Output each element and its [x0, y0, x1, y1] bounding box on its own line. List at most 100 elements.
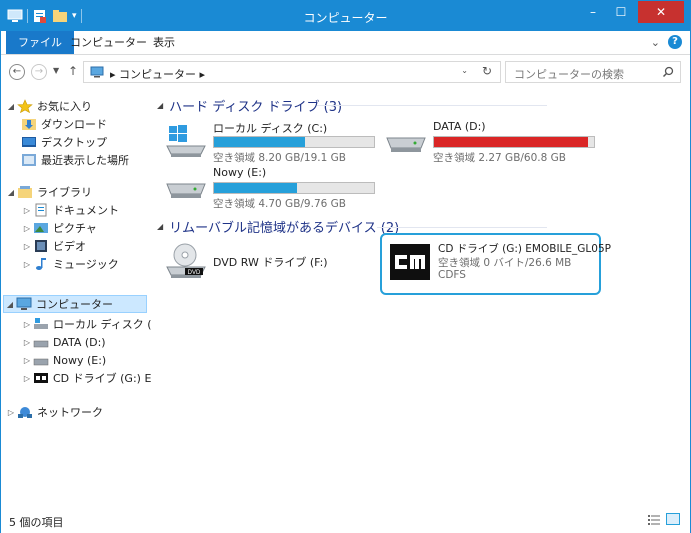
address-dropdown-icon[interactable]: ⌄ — [461, 66, 468, 75]
nav-item-desktop[interactable]: デスクトップ — [21, 133, 107, 151]
nav-item-downloads[interactable]: ダウンロード — [21, 115, 107, 133]
search-input[interactable]: コンピューターの検索 — [514, 66, 624, 82]
nav-item-documents[interactable]: ▷ ドキュメント — [21, 201, 119, 219]
drive-e[interactable]: Nowy (E:) 空き領域 4.70 GB/9.76 GB — [165, 166, 389, 210]
status-bar: 5 個の項目 — [1, 507, 690, 533]
ribbon-tabs: ファイル コンピューター 表示 ⌄ ? — [1, 31, 690, 55]
help-icon[interactable]: ? — [668, 35, 682, 49]
nav-label: ライブラリ — [37, 186, 92, 199]
network-icon — [18, 407, 32, 418]
drive-usage-bar — [433, 136, 595, 148]
collapse-icon[interactable]: ◢ — [5, 188, 17, 197]
expand-icon[interactable]: ▷ — [21, 338, 33, 347]
cd-drive-icon — [34, 373, 48, 383]
nav-label: ネットワーク — [37, 406, 103, 419]
hard-drive-icon — [33, 340, 49, 348]
forward-button[interactable]: → — [31, 64, 47, 80]
expand-icon[interactable]: ▷ — [21, 242, 33, 251]
nav-label: 最近表示した場所 — [41, 154, 129, 167]
nav-label: ミュージック — [53, 258, 119, 271]
drive-c[interactable]: ローカル ディスク (C:) 空き領域 8.20 GB/19.1 GB — [165, 120, 389, 164]
dvd-logo-text: DVD — [188, 270, 201, 276]
collapse-icon[interactable]: ◢ — [4, 300, 16, 309]
breadcrumb-sep-icon: ▸ — [196, 68, 206, 81]
hard-drive-icon — [33, 358, 49, 366]
expand-icon[interactable]: ▷ — [21, 374, 33, 383]
nav-item-videos[interactable]: ▷ ビデオ — [21, 237, 86, 255]
minimize-button[interactable]: – — [578, 1, 608, 23]
group-header-removable[interactable]: ◢ リムーバブル記憶域があるデバイス (2) — [157, 217, 399, 236]
pictures-icon — [34, 223, 48, 233]
tab-view[interactable]: 表示 — [145, 31, 183, 54]
drive-usage-fill — [214, 183, 298, 193]
up-button[interactable]: ↑ — [68, 64, 78, 78]
hard-drive-icon — [386, 137, 426, 152]
nav-favorites[interactable]: ◢ お気に入り — [5, 97, 92, 115]
computer-icon — [90, 66, 104, 78]
group-header-hard-disks[interactable]: ◢ ハード ディスク ドライブ (3) — [157, 96, 342, 115]
drive-dvd-f[interactable]: DVD DVD RW ドライブ (F:) — [165, 241, 375, 287]
drive-cd-g[interactable]: CD ドライブ (G:) EMOBILE_GL05P 空き領域 0 バイト/26… — [380, 233, 611, 295]
expand-icon[interactable]: ▷ — [21, 356, 33, 365]
nav-label: Nowy (E:) — [53, 353, 107, 367]
nav-label: DATA (D:) — [53, 335, 106, 349]
nav-label: デスクトップ — [41, 136, 107, 149]
search-box[interactable]: コンピューターの検索 — [505, 61, 681, 83]
collapse-icon[interactable]: ◢ — [5, 102, 17, 111]
drive-name: DATA (D:) — [433, 120, 486, 133]
nav-libraries[interactable]: ◢ ライブラリ — [5, 183, 92, 201]
nav-label: ビデオ — [53, 240, 86, 253]
nav-computer[interactable]: ◢ コンピューター — [3, 295, 147, 313]
details-view-icon[interactable] — [648, 514, 660, 526]
collapse-icon[interactable]: ◢ — [157, 101, 163, 110]
drive-name: CD ドライブ (G:) EMOBILE_GL05P — [438, 243, 611, 255]
breadcrumb[interactable]: ▸ コンピューター ▸ — [110, 66, 205, 82]
drive-free-space: 空き領域 8.20 GB/19.1 GB — [213, 152, 346, 164]
title-bar: ▾ コンピューター – ☐ ✕ — [1, 1, 690, 31]
drive-filesystem: CDFS — [438, 269, 466, 281]
nav-network[interactable]: ▷ ネットワーク — [5, 403, 103, 421]
desktop-icon — [22, 137, 36, 147]
navigation-bar: ← → ▼ ↑ ▸ コンピューター ▸ ⌄ ↻ コンピューターの検索 — [1, 55, 690, 89]
nav-item-recent-places[interactable]: 最近表示した場所 — [21, 151, 129, 169]
refresh-icon[interactable]: ↻ — [482, 64, 492, 78]
expand-icon[interactable]: ▷ — [21, 320, 33, 329]
nav-item-local-disk-c[interactable]: ▷ ローカル ディスク (C:) — [21, 315, 167, 333]
search-icon[interactable] — [662, 66, 674, 78]
maximize-button[interactable]: ☐ — [606, 1, 636, 23]
nav-label: コンピューター — [36, 298, 113, 311]
breadcrumb-sep-icon: ▸ — [110, 68, 120, 81]
hard-drive-icon — [166, 183, 206, 198]
nav-item-data-d[interactable]: ▷ DATA (D:) — [21, 333, 106, 351]
expand-icon[interactable]: ▷ — [21, 206, 33, 215]
large-icons-view-icon[interactable] — [666, 513, 680, 525]
group-divider — [317, 105, 547, 106]
nav-label: ダウンロード — [41, 118, 107, 131]
nav-item-music[interactable]: ▷ ミュージック — [21, 255, 119, 273]
recent-places-icon — [22, 154, 36, 166]
library-icon — [18, 186, 32, 198]
drive-usage-bar — [213, 182, 375, 194]
dvd-drive-icon: DVD — [166, 243, 206, 278]
expand-ribbon-icon[interactable]: ⌄ — [651, 36, 660, 49]
recent-locations-icon[interactable]: ▼ — [53, 66, 59, 75]
nav-label: ドキュメント — [53, 204, 119, 217]
videos-icon — [35, 240, 47, 252]
back-button[interactable]: ← — [9, 64, 25, 80]
breadcrumb-computer[interactable]: コンピューター — [119, 68, 196, 81]
drive-usage-fill — [214, 137, 306, 147]
nav-item-pictures[interactable]: ▷ ピクチャ — [21, 219, 97, 237]
expand-icon[interactable]: ▷ — [21, 224, 33, 233]
ribbon-controls: ⌄ ? — [651, 35, 682, 49]
nav-item-nowy-e[interactable]: ▷ Nowy (E:) — [21, 351, 106, 369]
address-bar[interactable]: ▸ コンピューター ▸ ⌄ ↻ — [83, 61, 501, 83]
nav-item-cd-drive-g[interactable]: ▷ CD ドライブ (G:) EM — [21, 369, 161, 387]
expand-icon[interactable]: ▷ — [21, 260, 33, 269]
collapse-icon[interactable]: ◢ — [157, 222, 163, 231]
tab-computer[interactable]: コンピューター — [62, 31, 155, 54]
drive-name: ローカル ディスク (C:) — [213, 122, 328, 135]
expand-icon[interactable]: ▷ — [5, 408, 17, 417]
close-button[interactable]: ✕ — [638, 1, 684, 23]
drive-d[interactable]: DATA (D:) 空き領域 2.27 GB/60.8 GB — [385, 120, 609, 164]
music-icon — [36, 258, 46, 270]
